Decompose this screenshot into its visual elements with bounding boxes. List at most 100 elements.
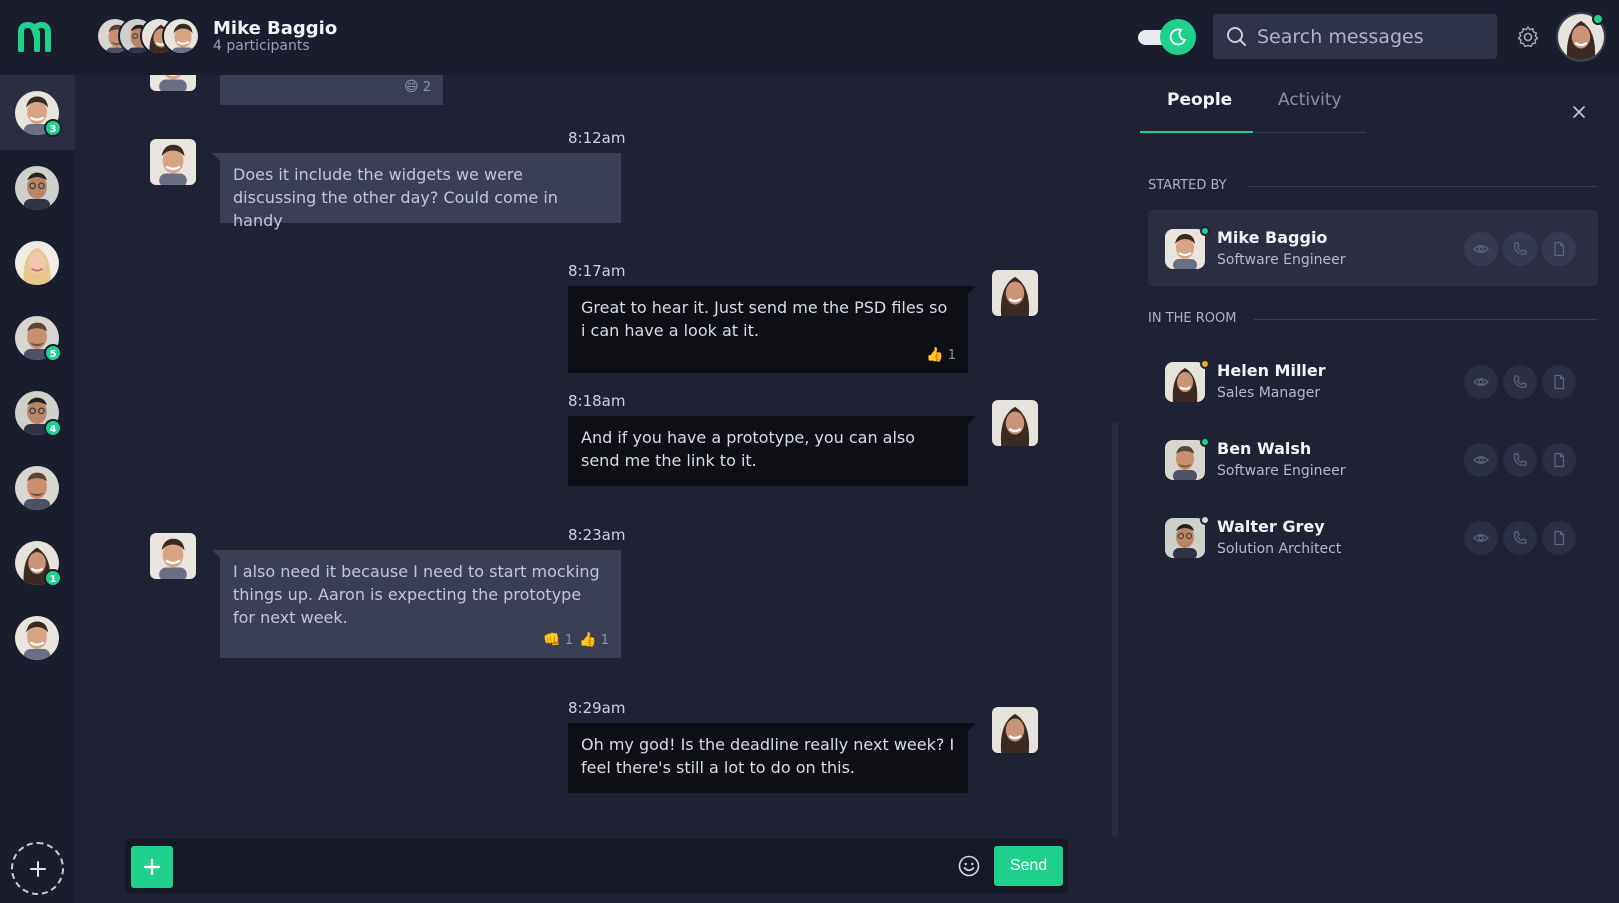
message-reactions: 😄 2 (404, 76, 431, 99)
message-bubble[interactable]: 😄 2 (220, 75, 443, 105)
participant-count: 4 participants (213, 38, 310, 54)
send-button[interactable]: Send (994, 846, 1063, 886)
section-divider (1254, 319, 1597, 320)
message-bubble[interactable]: I also need it because I need to start m… (212, 550, 621, 658)
avatar (1165, 518, 1205, 558)
avatar (15, 241, 59, 285)
message-composer: Send (125, 839, 1068, 893)
participant-card[interactable]: Walter Grey Solution Architect (1148, 499, 1598, 575)
unread-badge: 4 (44, 419, 62, 437)
conversation-item[interactable]: 3 (0, 75, 75, 150)
status-dot (1200, 226, 1210, 236)
eye-icon (1473, 378, 1489, 386)
participant-name: Walter Grey (1217, 517, 1325, 536)
participant-name: Helen Miller (1217, 361, 1326, 380)
participant-card[interactable]: Ben Walsh Software Engineer (1148, 421, 1598, 497)
reaction[interactable]: 👊 1 (543, 629, 573, 652)
tab-people[interactable]: People (1167, 90, 1232, 130)
files-button[interactable] (1542, 365, 1576, 399)
tab-activity[interactable]: Activity (1278, 90, 1342, 130)
participant-card[interactable]: Mike Baggio Software Engineer (1148, 210, 1598, 286)
view-profile-button[interactable] (1464, 365, 1498, 399)
message-avatar (150, 533, 196, 579)
call-button[interactable] (1503, 443, 1537, 477)
participant-role: Software Engineer (1217, 252, 1346, 268)
avatar (15, 616, 59, 660)
status-dot (1200, 515, 1210, 525)
participant-role: Sales Manager (1217, 385, 1321, 401)
message-bubble[interactable]: Does it include the widgets we were disc… (212, 153, 621, 230)
message-bubble[interactable]: And if you have a prototype, you can als… (568, 416, 976, 486)
avatar (1165, 229, 1205, 269)
message-list: 😄 2 8:12am Does it include the widgets w… (75, 75, 1120, 833)
conversation-rail: 3 5 4 1 (0, 75, 75, 903)
phone-icon (1513, 453, 1527, 466)
message-time: 8:12am (568, 129, 626, 147)
participant-role: Solution Architect (1217, 541, 1342, 557)
avatar (15, 466, 59, 510)
smile-icon[interactable] (957, 854, 981, 878)
unread-badge: 3 (44, 119, 62, 137)
section-divider (1247, 186, 1597, 187)
message-reactions: 👍 1 (926, 344, 956, 367)
participant-name: Mike Baggio (1217, 228, 1328, 247)
eye-icon (1473, 456, 1489, 464)
conversation-item[interactable]: 5 (0, 300, 75, 375)
section-label-started-by: STARTED BY (1148, 178, 1227, 193)
dark-mode-toggle[interactable] (1138, 19, 1196, 55)
search-input[interactable] (1257, 14, 1487, 59)
message-reactions: 👊 1 👍 1 (543, 629, 609, 652)
message-scrollbar[interactable] (1112, 422, 1118, 837)
add-conversation-button[interactable] (11, 842, 64, 895)
toggle-knob (1160, 19, 1196, 55)
call-button[interactable] (1503, 232, 1537, 266)
message-bubble[interactable]: Oh my god! Is the deadline really next w… (568, 723, 976, 793)
participant-avatar (162, 17, 200, 55)
gear-icon[interactable] (1516, 25, 1540, 49)
status-dot (1200, 437, 1210, 447)
conversation-title: Mike Baggio (213, 18, 338, 39)
call-button[interactable] (1503, 365, 1537, 399)
view-profile-button[interactable] (1464, 232, 1498, 266)
conversation-item[interactable] (0, 225, 75, 300)
files-button[interactable] (1542, 521, 1576, 555)
details-panel: People Activity STARTED BY Mike Baggio S… (1120, 75, 1619, 903)
reaction[interactable]: 👍 1 (579, 629, 609, 652)
moon-icon (1169, 28, 1187, 46)
m-logo-icon[interactable] (18, 22, 56, 52)
top-header: Mike Baggio 4 participants (0, 0, 1619, 75)
conversation-item[interactable]: 4 (0, 375, 75, 450)
phone-icon (1513, 242, 1527, 255)
conversation-item[interactable]: 1 (0, 525, 75, 600)
message-bubble[interactable]: Great to hear it. Just send me the PSD f… (568, 286, 976, 373)
search-box[interactable] (1213, 14, 1497, 59)
view-profile-button[interactable] (1464, 443, 1498, 477)
message-avatar (992, 707, 1038, 753)
view-profile-button[interactable] (1464, 521, 1498, 555)
plus-icon (29, 860, 46, 877)
message-input[interactable] (185, 845, 965, 887)
files-button[interactable] (1542, 232, 1576, 266)
conversation-item[interactable] (0, 150, 75, 225)
close-icon[interactable] (1572, 105, 1586, 119)
call-button[interactable] (1503, 521, 1537, 555)
files-button[interactable] (1542, 443, 1576, 477)
conversation-item[interactable] (0, 450, 75, 525)
file-icon (1554, 374, 1565, 390)
search-icon (1227, 27, 1246, 46)
unread-badge: 1 (44, 569, 62, 587)
conversation-item[interactable] (0, 600, 75, 675)
reaction[interactable]: 👍 1 (926, 344, 956, 367)
participant-role: Software Engineer (1217, 463, 1346, 479)
eye-icon (1473, 534, 1489, 542)
participant-name: Ben Walsh (1217, 439, 1312, 458)
participant-card[interactable]: Helen Miller Sales Manager (1148, 343, 1598, 419)
message-avatar (992, 400, 1038, 446)
reaction[interactable]: 😄 2 (404, 76, 431, 99)
attach-button[interactable] (131, 846, 173, 888)
phone-icon (1513, 531, 1527, 544)
message-avatar (150, 75, 196, 91)
message-time: 8:17am (568, 262, 626, 280)
message-text: And if you have a prototype, you can als… (581, 428, 916, 470)
active-tab-indicator (1140, 131, 1253, 133)
